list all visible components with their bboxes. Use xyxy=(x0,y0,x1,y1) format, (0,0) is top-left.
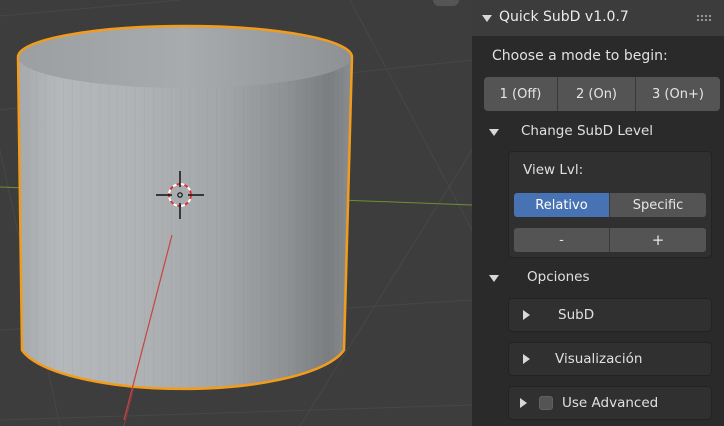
triangle-down-icon[interactable] xyxy=(489,129,499,136)
triangle-down-icon[interactable] xyxy=(482,15,492,22)
increase-level-button[interactable]: + xyxy=(609,228,706,252)
decrease-level-button[interactable]: - xyxy=(514,228,609,252)
panel-title: Quick SubD v1.0.7 xyxy=(499,9,629,25)
level-mode-toggle: Relativo Specific xyxy=(514,193,706,217)
triangle-right-icon[interactable] xyxy=(523,310,530,320)
cylinder-object[interactable] xyxy=(16,24,354,421)
mode-off-button[interactable]: 1 (Off) xyxy=(484,77,557,111)
viewport-navigation-gizmo[interactable] xyxy=(433,0,459,6)
mode-button-group: 1 (Off) 2 (On) 3 (On+) xyxy=(484,77,720,111)
relativo-button[interactable]: Relativo xyxy=(514,193,609,217)
use-advanced-label: Use Advanced xyxy=(562,395,659,411)
visualizacion-subpanel-label: Visualización xyxy=(555,351,643,367)
opciones-header[interactable]: Opciones xyxy=(527,269,590,285)
viewport-scene xyxy=(0,0,472,426)
mode-on-plus-button[interactable]: 3 (On+) xyxy=(635,77,720,111)
level-step-buttons: - + xyxy=(514,228,706,252)
triangle-right-icon[interactable] xyxy=(520,398,527,408)
drag-grip-icon[interactable] xyxy=(696,14,712,22)
use-advanced-checkbox[interactable] xyxy=(539,396,553,410)
3d-viewport[interactable] xyxy=(0,0,472,426)
visualizacion-subpanel[interactable]: Visualización xyxy=(508,342,712,376)
change-subd-level-header[interactable]: Change SubD Level xyxy=(521,123,653,139)
specific-button[interactable]: Specific xyxy=(609,193,706,217)
panel-header[interactable]: Quick SubD v1.0.7 xyxy=(472,0,724,36)
subd-subpanel[interactable]: SubD xyxy=(508,298,712,332)
triangle-down-icon[interactable] xyxy=(489,275,499,282)
use-advanced-subpanel[interactable]: Use Advanced xyxy=(508,386,712,420)
mode-on-button[interactable]: 2 (On) xyxy=(557,77,635,111)
view-level-label: View Lvl: xyxy=(523,162,584,178)
mode-prompt: Choose a mode to begin: xyxy=(492,48,668,64)
triangle-right-icon[interactable] xyxy=(523,354,530,364)
subd-subpanel-label: SubD xyxy=(558,307,595,323)
